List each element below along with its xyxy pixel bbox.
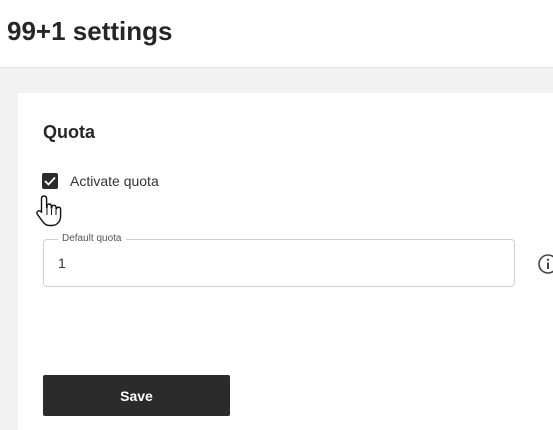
activate-quota-checkbox-row[interactable]: Activate quota bbox=[42, 171, 159, 191]
section-title: Quota bbox=[43, 122, 95, 142]
default-quota-value[interactable]: 1 bbox=[58, 254, 66, 272]
hand-pointer-icon bbox=[36, 195, 62, 227]
activate-quota-label: Activate quota bbox=[70, 173, 159, 189]
checkmark-icon bbox=[44, 176, 56, 186]
page-title: 99+1 settings bbox=[7, 16, 173, 46]
info-circle-icon[interactable] bbox=[537, 253, 553, 275]
save-button[interactable]: Save bbox=[43, 375, 230, 416]
activate-quota-checkbox[interactable] bbox=[42, 173, 58, 189]
settings-page: 99+1 settings Quota Activate quota Defau… bbox=[0, 0, 553, 430]
default-quota-field[interactable]: Default quota 1 bbox=[43, 233, 515, 287]
default-quota-legend: Default quota bbox=[58, 233, 126, 245]
quota-card: Quota Activate quota Default quota 1 Sav… bbox=[18, 93, 553, 430]
page-header: 99+1 settings bbox=[0, 0, 553, 68]
